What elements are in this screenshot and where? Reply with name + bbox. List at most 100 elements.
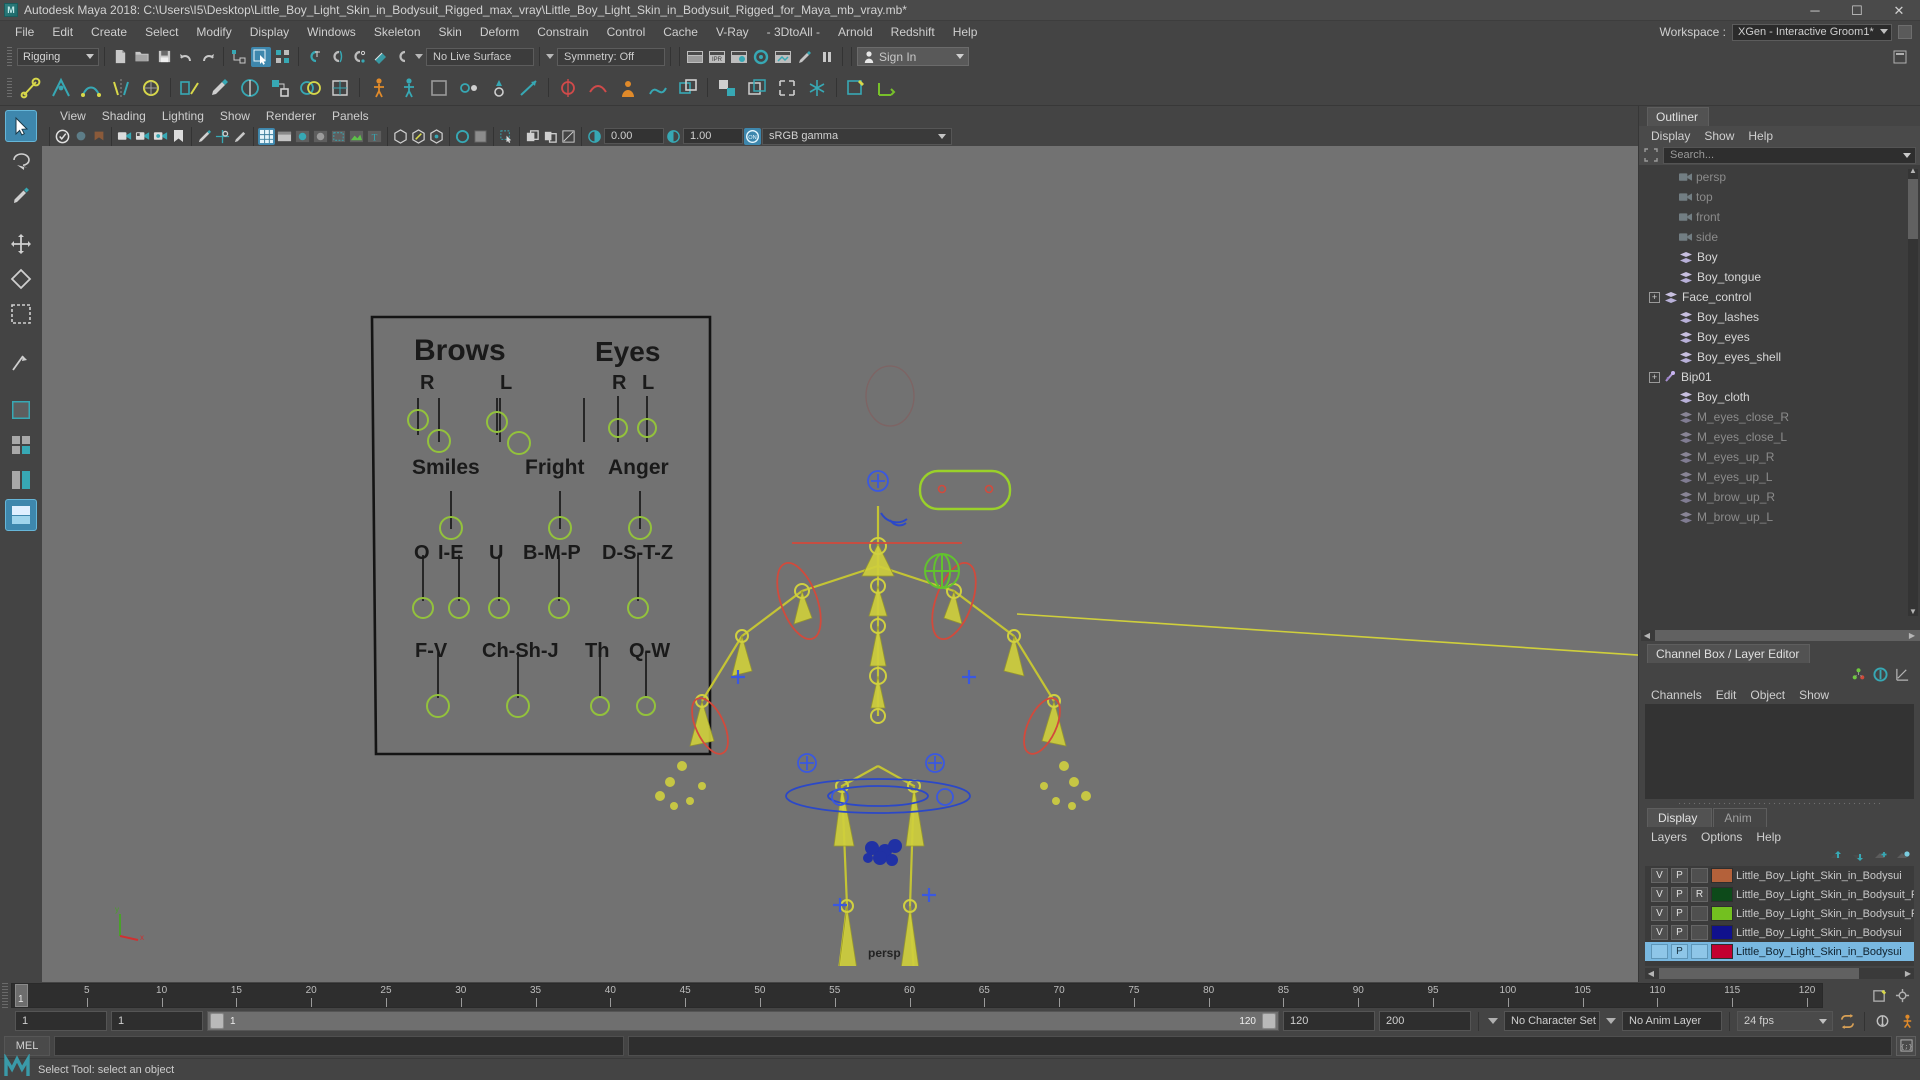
isolate-select-icon[interactable]: [498, 128, 515, 145]
humanik-icon[interactable]: [365, 74, 393, 102]
lasso-tool-icon[interactable]: [5, 145, 37, 177]
layer-color-swatch[interactable]: [1711, 868, 1733, 883]
viewport-menu-lighting[interactable]: Lighting: [154, 108, 212, 124]
snap-options-chevron-icon[interactable]: [414, 48, 424, 66]
bind-skin-icon[interactable]: [176, 74, 204, 102]
layer-p-toggle[interactable]: P: [1671, 906, 1688, 921]
channel-box-menu-edit[interactable]: Edit: [1709, 687, 1744, 703]
scrollbar-thumb[interactable]: [1659, 968, 1859, 979]
joint-tool-icon[interactable]: [17, 74, 45, 102]
grid-snap-icon[interactable]: [214, 128, 231, 145]
use-default-material-icon[interactable]: [454, 128, 471, 145]
outliner-item-top[interactable]: top: [1639, 187, 1920, 207]
layer-r-toggle[interactable]: [1691, 944, 1708, 959]
menu-constrain[interactable]: Constrain: [528, 23, 597, 41]
deform-wire-icon[interactable]: [584, 74, 612, 102]
camera-icon[interactable]: [116, 128, 133, 145]
outliner-item-m_eyes_up_r[interactable]: M_eyes_up_R: [1639, 447, 1920, 467]
channel-box-menu-show[interactable]: Show: [1792, 687, 1836, 703]
select-hierarchy-icon[interactable]: [229, 47, 249, 67]
viewport-menu-renderer[interactable]: Renderer: [258, 108, 324, 124]
menu-edit[interactable]: Edit: [43, 23, 82, 41]
persp-outliner-layout-icon[interactable]: [5, 464, 37, 496]
rotate-tool-icon[interactable]: [5, 263, 37, 295]
menu-modify[interactable]: Modify: [187, 23, 240, 41]
irr-render-icon[interactable]: IPR: [707, 47, 727, 67]
four-view-layout-icon[interactable]: [5, 429, 37, 461]
single-view-layout-icon[interactable]: [5, 394, 37, 426]
snap-grid-icon[interactable]: [304, 47, 324, 67]
constraint-point-icon[interactable]: [485, 74, 513, 102]
ik-spline-icon[interactable]: [77, 74, 105, 102]
wireframe-on-shaded-icon[interactable]: [330, 128, 347, 145]
menu-display[interactable]: Display: [241, 23, 298, 41]
gamma-icon[interactable]: [665, 128, 682, 145]
render-view-icon[interactable]: [773, 47, 793, 67]
wireframe-shading-icon[interactable]: [258, 127, 275, 145]
display-layer-row[interactable]: V P Little_Boy_Light_Skin_in_Bodysui: [1645, 923, 1914, 942]
outliner-item-m_eyes_close_l[interactable]: M_eyes_close_L: [1639, 427, 1920, 447]
anim-end-field[interactable]: 120: [1283, 1011, 1375, 1031]
smooth-shade-all-icon[interactable]: [276, 128, 293, 145]
selection-bracket-icon[interactable]: [1643, 147, 1659, 163]
sign-in-button[interactable]: Sign In: [857, 47, 969, 66]
expand-toggle-icon[interactable]: +: [1649, 291, 1660, 303]
select-object-icon[interactable]: [251, 46, 271, 67]
script-editor-icon[interactable]: {;}: [1896, 1035, 1916, 1056]
compare-frame-icon[interactable]: [542, 128, 559, 145]
character-set-icon[interactable]: [425, 74, 453, 102]
render-current-frame-icon[interactable]: [685, 47, 705, 67]
menu-arnold[interactable]: Arnold: [829, 23, 882, 41]
anim-layer-chevron-icon[interactable]: [1604, 1011, 1618, 1031]
scroll-down-arrow-icon[interactable]: ▼: [1908, 606, 1918, 616]
skin-weights-icon[interactable]: [236, 74, 264, 102]
paint-effects-icon[interactable]: [232, 128, 249, 145]
exposure-icon[interactable]: [586, 128, 603, 145]
pose-deformer-icon[interactable]: [614, 74, 642, 102]
constraint-aim-icon[interactable]: [515, 74, 543, 102]
camera-lock-icon[interactable]: [72, 128, 89, 145]
range-end-field[interactable]: 1: [111, 1011, 203, 1031]
layer-p-toggle[interactable]: P: [1671, 944, 1688, 959]
range-end-handle[interactable]: [1262, 1013, 1276, 1029]
display-layer-row[interactable]: V P Little_Boy_Light_Skin_in_Bodysui: [1645, 866, 1914, 885]
menu-skeleton[interactable]: Skeleton: [365, 23, 430, 41]
interactive-bind-icon[interactable]: [266, 74, 294, 102]
layer-horizontal-scrollbar[interactable]: ◀ ▶: [1645, 968, 1914, 979]
workspace-dropdown[interactable]: XGen - Interactive Groom1*: [1732, 23, 1892, 41]
graph-editor-icon[interactable]: [1895, 667, 1910, 682]
menu-select[interactable]: Select: [136, 23, 187, 41]
exposure-field[interactable]: 0.00: [604, 128, 664, 144]
group-icon[interactable]: [773, 74, 801, 102]
select-component-icon[interactable]: [273, 47, 293, 67]
menu-help[interactable]: Help: [944, 23, 987, 41]
animation-preferences-gear-icon[interactable]: [1872, 1011, 1892, 1031]
xray-icon[interactable]: [392, 128, 409, 145]
camera-gate-icon[interactable]: [134, 128, 151, 145]
outliner-horizontal-scrollbar[interactable]: ◀ ▶: [1641, 630, 1920, 641]
layer-menu-options[interactable]: Options: [1694, 829, 1749, 845]
motion-path-icon[interactable]: [644, 74, 672, 102]
outliner-item-face_control[interactable]: + Face_control: [1639, 287, 1920, 307]
display-layer-list[interactable]: V P Little_Boy_Light_Skin_in_Bodysui V P R Lit…: [1645, 866, 1914, 966]
select-camera-icon[interactable]: [54, 128, 71, 145]
channel-box-menu-channels[interactable]: Channels: [1644, 687, 1709, 703]
anim-layer-field[interactable]: No Anim Layer: [1622, 1011, 1722, 1031]
outliner-search-input[interactable]: Search...: [1663, 146, 1916, 164]
tab-display[interactable]: Display: [1647, 808, 1713, 827]
attribute-editor-icon[interactable]: [1873, 666, 1888, 682]
layer-color-swatch[interactable]: [1711, 906, 1733, 921]
outliner-item-m_eyes_close_r[interactable]: M_eyes_close_R: [1639, 407, 1920, 427]
layer-p-toggle[interactable]: P: [1671, 868, 1688, 883]
snap-projected-icon[interactable]: [370, 47, 390, 67]
paint-select-tool-icon[interactable]: [5, 180, 37, 212]
scale-tool-icon[interactable]: [5, 298, 37, 330]
shelf-grip[interactable]: [7, 77, 12, 98]
outliner-item-front[interactable]: front: [1639, 207, 1920, 227]
move-layer-down-icon[interactable]: [1852, 850, 1866, 863]
scrollbar-thumb[interactable]: [1655, 630, 1920, 641]
quick-rig-icon[interactable]: [395, 74, 423, 102]
layer-v-toggle[interactable]: V: [1651, 906, 1668, 921]
texture-display-icon[interactable]: [348, 128, 365, 145]
playback-end-field[interactable]: 200: [1379, 1011, 1471, 1031]
